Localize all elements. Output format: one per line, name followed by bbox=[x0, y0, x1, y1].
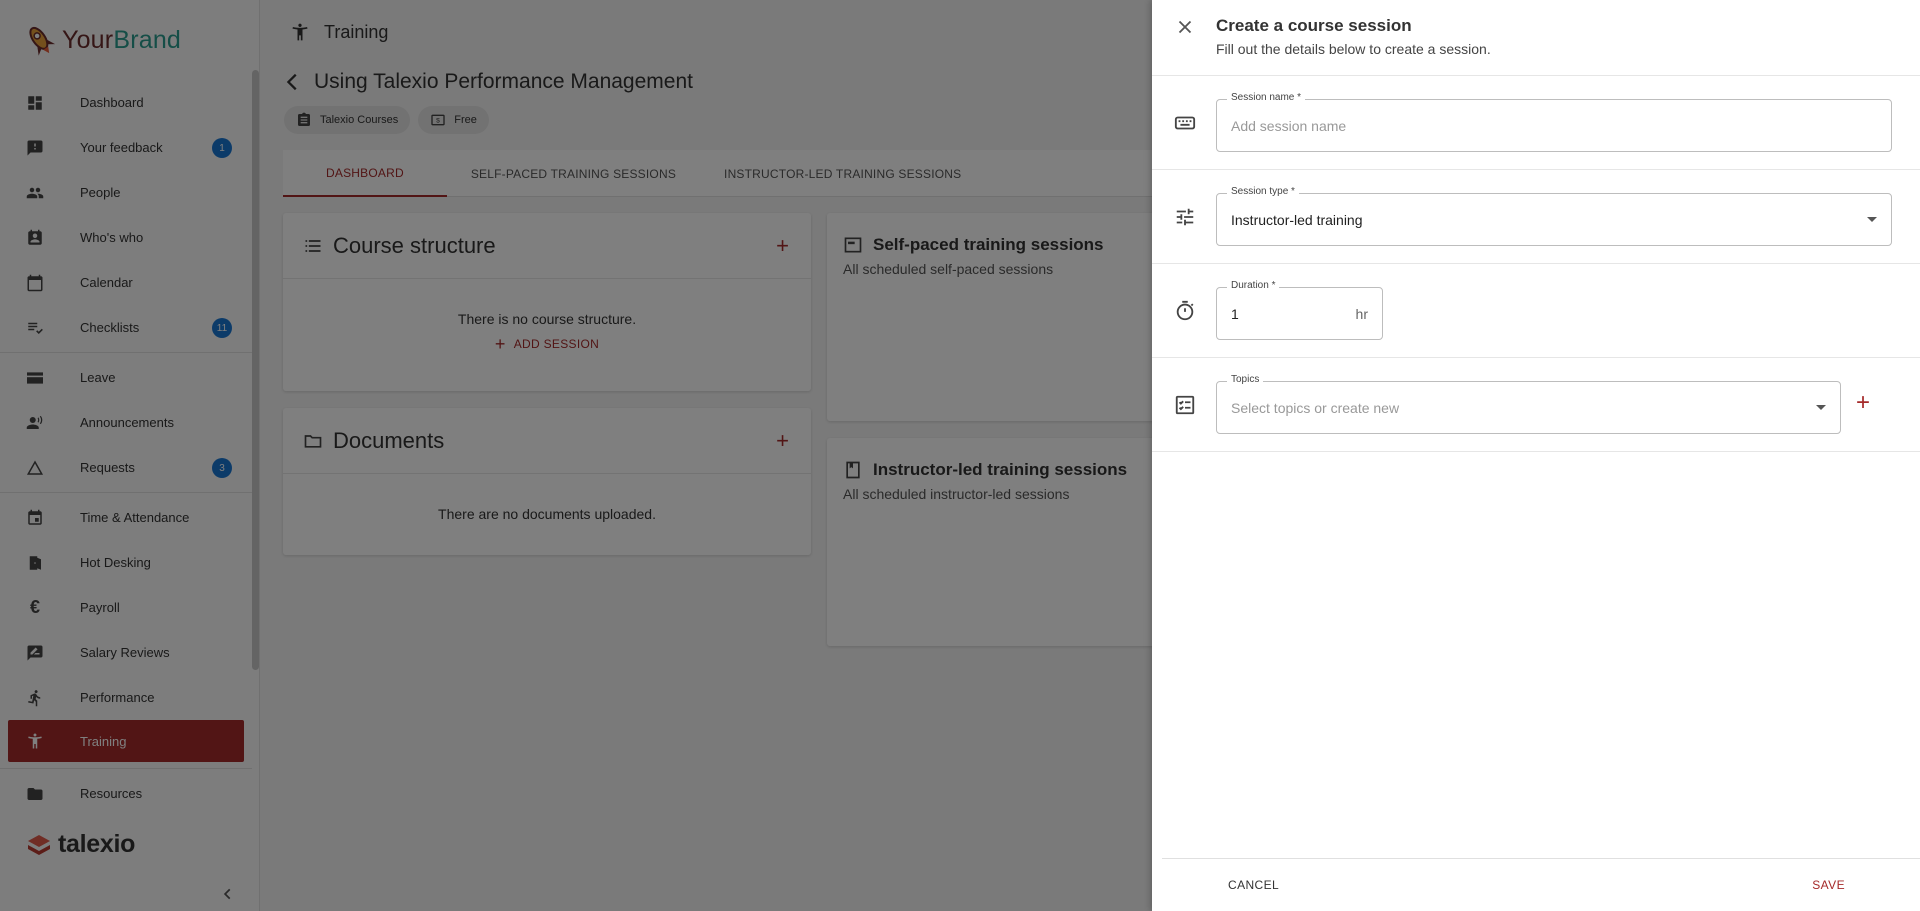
modal-backdrop[interactable] bbox=[0, 0, 1152, 911]
drawer-footer: CANCEL SAVE bbox=[1162, 858, 1920, 911]
field-label: Duration * bbox=[1227, 280, 1280, 291]
topics-select[interactable]: Topics Select topics or create new bbox=[1216, 374, 1841, 434]
topics-icon bbox=[1174, 394, 1196, 416]
drawer-title: Create a course session bbox=[1216, 16, 1412, 35]
topics-row: Topics Select topics or create new + bbox=[1152, 358, 1920, 452]
topics-input[interactable]: Select topics or create new bbox=[1231, 400, 1399, 416]
session-type-select[interactable]: Session type * Instructor-led training bbox=[1216, 186, 1892, 246]
session-type-row: Session type * Instructor-led training bbox=[1152, 170, 1920, 264]
duration-input[interactable]: 1 bbox=[1231, 306, 1239, 322]
close-button[interactable] bbox=[1174, 16, 1196, 38]
duration-row: Duration * 1 hr bbox=[1152, 264, 1920, 358]
dropdown-arrow-icon bbox=[1816, 405, 1826, 410]
field-label: Topics bbox=[1227, 374, 1264, 385]
dropdown-arrow-icon bbox=[1867, 217, 1877, 222]
duration-field[interactable]: Duration * 1 hr bbox=[1216, 280, 1383, 340]
drawer-subtitle: Fill out the details below to create a s… bbox=[1216, 41, 1491, 57]
field-label: Session type * bbox=[1227, 186, 1299, 197]
field-label: Session name * bbox=[1227, 92, 1306, 103]
session-name-input[interactable]: Add session name bbox=[1231, 118, 1346, 134]
keyboard-icon bbox=[1174, 112, 1196, 134]
create-session-drawer: Create a course session Fill out the det… bbox=[1152, 0, 1920, 911]
unit-label: hr bbox=[1355, 306, 1368, 322]
timer-icon bbox=[1174, 300, 1196, 322]
cancel-button[interactable]: CANCEL bbox=[1228, 878, 1279, 892]
tune-icon bbox=[1174, 206, 1196, 228]
session-name-row: Session name * Add session name bbox=[1152, 76, 1920, 170]
selected-value: Instructor-led training bbox=[1231, 212, 1363, 228]
save-button[interactable]: SAVE bbox=[1812, 878, 1845, 892]
session-name-field[interactable]: Session name * Add session name bbox=[1216, 92, 1892, 152]
add-topic-button[interactable]: + bbox=[1856, 391, 1870, 415]
